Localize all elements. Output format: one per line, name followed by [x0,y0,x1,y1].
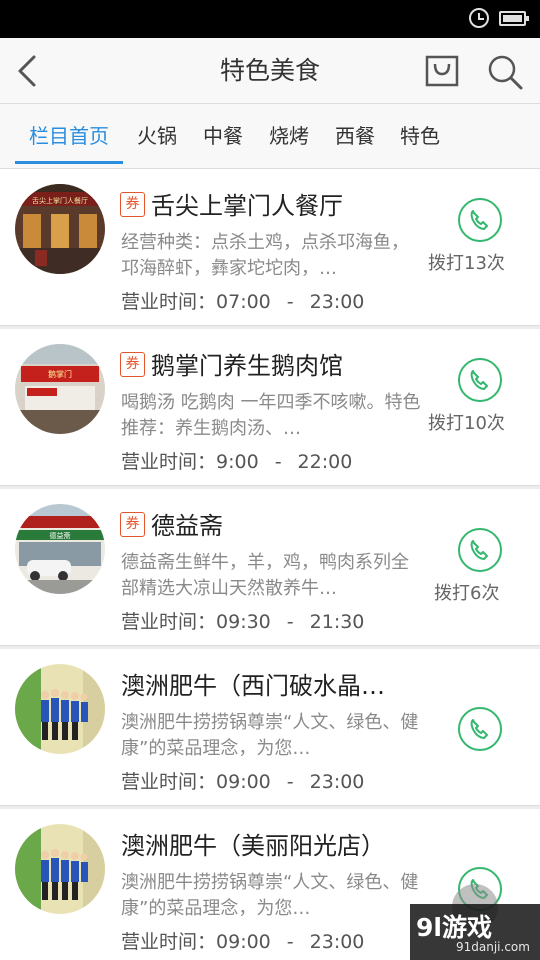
restaurant-name: 澳洲肥牛（西门破水晶… [121,672,385,700]
site-watermark: 9l游戏 91danji.com [410,904,540,960]
restaurant-description: 喝鹅汤 吃鹅肉 一年四季不咳嗽。特色推荐：养生鹅肉汤、… [121,392,421,439]
business-hours: 营业时间：09:30-21:30 [121,607,364,634]
alarm-icon [469,8,489,28]
hours-dash: - [286,931,294,953]
list-item[interactable]: 澳洲肥牛（西门破水晶… 澳洲肥牛捞捞锅尊崇“人文、绿色、健康”的菜品理念，为您…… [0,649,540,806]
svg-text:德益斋: 德益斋 [50,531,71,540]
hours-dash: - [286,291,294,313]
tab-chinese[interactable]: 中餐 [196,104,250,168]
svg-text:舌尖上掌门人餐厅: 舌尖上掌门人餐厅 [32,196,88,205]
shopping-bag-icon [425,55,459,87]
close-time: 22:00 [297,451,353,473]
battery-icon [499,11,529,26]
open-time: 09:00 [216,931,271,953]
restaurant-name: 澳洲肥牛（美丽阳光店） [121,832,385,860]
shopping-bag-button[interactable] [424,53,460,89]
watermark-logo: 9l游戏 [416,913,492,942]
call-count: 拨打13次 [428,253,505,274]
close-time: 23:00 [309,931,365,953]
restaurant-photo: 鹅掌门 [15,344,105,434]
business-hours: 营业时间：07:00-23:00 [121,287,364,314]
tab-bbq[interactable]: 烧烤 [262,104,316,168]
phone-icon [470,370,488,390]
phone-icon [470,719,488,739]
close-time: 23:00 [309,771,365,793]
active-tab-indicator [15,161,123,164]
hours-dash: - [286,611,294,633]
list-item[interactable]: 舌尖上掌门人餐厅 券 舌尖上掌门人餐厅 经营种类：点杀土鸡，点杀邛海鱼，邛海醉虾… [0,169,540,326]
hours-dash: - [274,451,282,473]
open-time: 09:00 [216,771,271,793]
business-hours: 营业时间：9:00-22:00 [121,447,352,474]
restaurant-description: 澳洲肥牛捞捞锅尊崇“人文、绿色、健康”的菜品理念，为您… [121,872,419,919]
back-button[interactable] [12,52,48,90]
phone-icon [470,210,488,230]
restaurant-photo: 舌尖上掌门人餐厅 [15,184,105,274]
category-tabs: 栏目首页 火锅 中餐 烧烤 西餐 特色 [0,104,540,169]
call-count: 拨打6次 [434,583,500,604]
hours-label: 营业时间： [121,771,217,793]
close-time: 21:30 [309,611,365,633]
restaurant-description: 澳洲肥牛捞捞锅尊崇“人文、绿色、健康”的菜品理念，为您… [121,712,419,759]
coupon-badge: 券 [120,512,145,537]
list-item[interactable]: 德益斋 券 德益斋 德益斋生鲜牛，羊，鸡，鸭肉系列全部精选大凉山天然散养牛… 营… [0,489,540,646]
business-hours: 营业时间：09:00-23:00 [121,767,364,794]
call-button[interactable] [458,528,502,572]
restaurant-photo [15,824,105,914]
call-button[interactable] [458,358,502,402]
restaurant-name: 鹅掌门养生鹅肉馆 [151,352,343,380]
list-item[interactable]: 鹅掌门 券 鹅掌门养生鹅肉馆 喝鹅汤 吃鹅肉 一年四季不咳嗽。特色推荐：养生鹅肉… [0,329,540,486]
tab-hotpot[interactable]: 火锅 [130,104,184,168]
restaurant-photo [15,664,105,754]
svg-text:鹅掌门: 鹅掌门 [48,369,72,379]
coupon-badge: 券 [120,352,145,377]
restaurant-name: 德益斋 [151,512,223,540]
open-time: 09:30 [216,611,271,633]
phone-icon [470,540,488,560]
coupon-badge: 券 [120,192,145,217]
tab-western[interactable]: 西餐 [328,104,382,168]
search-button[interactable] [486,53,524,91]
restaurant-description: 德益斋生鲜牛，羊，鸡，鸭肉系列全部精选大凉山天然散养牛… [121,552,409,599]
call-button[interactable] [458,198,502,242]
hours-dash: - [286,771,294,793]
watermark-url: 91danji.com [456,940,530,954]
restaurant-name: 舌尖上掌门人餐厅 [151,192,343,220]
hours-label: 营业时间： [121,451,217,473]
title-bar: 特色美食 [0,38,540,104]
restaurant-photo: 德益斋 [15,504,105,594]
search-icon [488,55,523,90]
status-bar [0,0,540,38]
close-time: 23:00 [309,291,365,313]
tab-special[interactable]: 特色 [393,104,447,168]
open-time: 07:00 [216,291,271,313]
hours-label: 营业时间： [121,611,217,633]
open-time: 9:00 [216,451,259,473]
call-count: 拨打10次 [428,413,505,434]
hours-label: 营业时间： [121,291,217,313]
tab-home[interactable]: 栏目首页 [15,104,123,168]
hours-label: 营业时间： [121,931,217,953]
restaurant-description: 经营种类：点杀土鸡，点杀邛海鱼，邛海醉虾，彝家坨坨肉，… [121,232,409,279]
business-hours: 营业时间：09:00-23:00 [121,927,364,954]
call-button[interactable] [458,707,502,751]
back-arrow-icon [18,55,36,87]
